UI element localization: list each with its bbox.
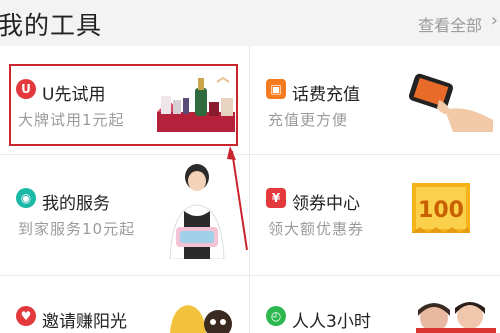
annotation-arrow: [227, 146, 248, 251]
